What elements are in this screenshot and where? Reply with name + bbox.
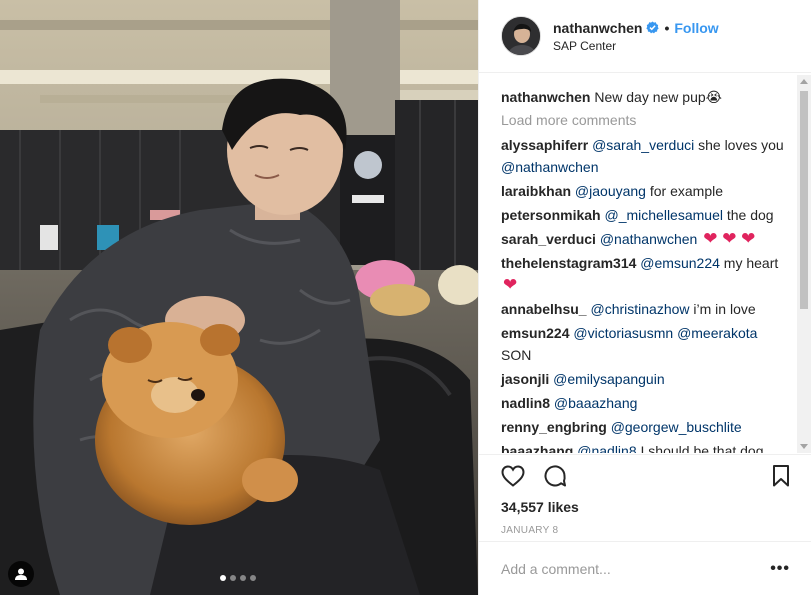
caption-username[interactable]: nathanwchen (501, 89, 590, 105)
photo-image (0, 0, 478, 595)
scroll-down-arrow-icon[interactable] (800, 444, 808, 449)
comment-mention[interactable]: @_michellesamuel (604, 207, 722, 223)
list-item: laraibkhan @jaouyang for example (501, 180, 789, 202)
carousel-dot[interactable] (250, 575, 256, 581)
comment-mention[interactable]: @christinazhow (590, 301, 689, 317)
list-item: sarah_verduci @nathanwchen ❤ ❤ ❤ (501, 228, 789, 250)
add-comment-bar: ••• (479, 541, 811, 595)
list-item: thehelenstagram314 @emsun224 my heart ❤ (501, 252, 789, 296)
comment-username[interactable]: emsun224 (501, 325, 569, 341)
verified-badge-icon (646, 21, 660, 34)
list-item: emsun224 @victoriasusmn @meerakota SON (501, 322, 789, 366)
list-item: annabelhsu_ @christinazhow i’m in love (501, 298, 789, 320)
comment-mention[interactable]: @emsun224 (640, 255, 720, 271)
comment-username[interactable]: baaazhang (501, 443, 573, 453)
comment-mention[interactable]: @victoriasusmn (573, 325, 673, 341)
more-options-button[interactable]: ••• (770, 560, 790, 578)
post-actions: 34,557 likes JANUARY 8 (479, 454, 811, 536)
header-username[interactable]: nathanwchen (553, 20, 642, 36)
crying-emoji: 😭 (705, 89, 723, 105)
carousel-indicator (220, 575, 256, 581)
scrollbar-thumb[interactable] (800, 91, 808, 309)
list-item: baaazhang @nadlin8 I should be that dog (501, 440, 789, 453)
carousel-dot[interactable] (240, 575, 246, 581)
comment-username[interactable]: petersonmikah (501, 207, 601, 223)
heart-emoji: ❤ (503, 275, 518, 294)
bookmark-icon[interactable] (772, 465, 790, 487)
likes-count[interactable]: 34,557 likes (501, 499, 790, 515)
list-item: jasonjli @emilysapanguin (501, 368, 789, 390)
location-link[interactable]: SAP Center (553, 39, 719, 53)
comment-username[interactable]: renny_engbring (501, 419, 607, 435)
comment-mention[interactable]: @emilysapanguin (553, 371, 665, 387)
heart-emoji: ❤ ❤ ❤ (703, 229, 756, 248)
load-more-comments-button[interactable]: Load more comments (501, 112, 789, 128)
post-header: nathanwchen • Follow SAP Center (479, 0, 811, 73)
scroll-up-arrow-icon[interactable] (800, 79, 808, 84)
heart-outline-icon[interactable] (501, 465, 525, 487)
comment-text: she loves you (698, 137, 784, 153)
comment-username[interactable]: sarah_verduci (501, 231, 596, 247)
list-item: petersonmikah @_michellesamuel the dog (501, 204, 789, 226)
comment-username[interactable]: laraibkhan (501, 183, 571, 199)
carousel-dot-active[interactable] (220, 575, 226, 581)
post-side-panel: nathanwchen • Follow SAP Center nathanwc… (478, 0, 811, 595)
comment-mention[interactable]: @nadlin8 (577, 443, 636, 453)
comment-text: the dog (726, 207, 774, 223)
comment-text: my heart (723, 255, 779, 271)
comment-mention[interactable]: @meerakota (677, 325, 757, 341)
comment-mention[interactable]: @sarah_verduci (592, 137, 694, 153)
comment-mention[interactable]: @nathanwchen (600, 231, 698, 247)
follow-button[interactable]: Follow (674, 20, 718, 36)
comment-text: SON (501, 347, 532, 363)
comment-mention[interactable]: @jaouyang (575, 183, 646, 199)
carousel-dot[interactable] (230, 575, 236, 581)
comment-username[interactable]: nadlin8 (501, 395, 550, 411)
list-item: alyssaphiferr @sarah_verduci she loves y… (501, 134, 789, 178)
post-date[interactable]: JANUARY 8 (501, 525, 790, 536)
list-item: renny_engbring @georgew_buschlite (501, 416, 789, 438)
comment-mention[interactable]: @nathanwchen (501, 159, 599, 175)
comments-list: nathanwchen New day new pup😭 Load more c… (479, 73, 799, 453)
post-photo[interactable] (0, 0, 478, 595)
header-separator: • (664, 19, 670, 36)
comment-username[interactable]: annabelhsu_ (501, 301, 587, 317)
comment-username[interactable]: jasonjli (501, 371, 549, 387)
user-tag-icon[interactable] (8, 561, 34, 587)
comment-username[interactable]: thehelenstagram314 (501, 255, 636, 271)
caption: nathanwchen New day new pup😭 (501, 86, 789, 108)
add-comment-input[interactable] (501, 560, 771, 577)
comment-bubble-icon[interactable] (543, 464, 567, 488)
caption-text: New day new pup (594, 89, 706, 105)
comment-text: I should be that dog (640, 443, 764, 453)
comment-mention[interactable]: @baaazhang (554, 395, 638, 411)
comment-username[interactable]: alyssaphiferr (501, 137, 588, 153)
comments-scrollbar[interactable] (797, 75, 811, 453)
list-item: nadlin8 @baaazhang (501, 392, 789, 414)
comment-text: for example (649, 183, 724, 199)
avatar[interactable] (501, 16, 541, 56)
comment-text: i’m in love (693, 301, 756, 317)
comment-mention[interactable]: @georgew_buschlite (611, 419, 742, 435)
